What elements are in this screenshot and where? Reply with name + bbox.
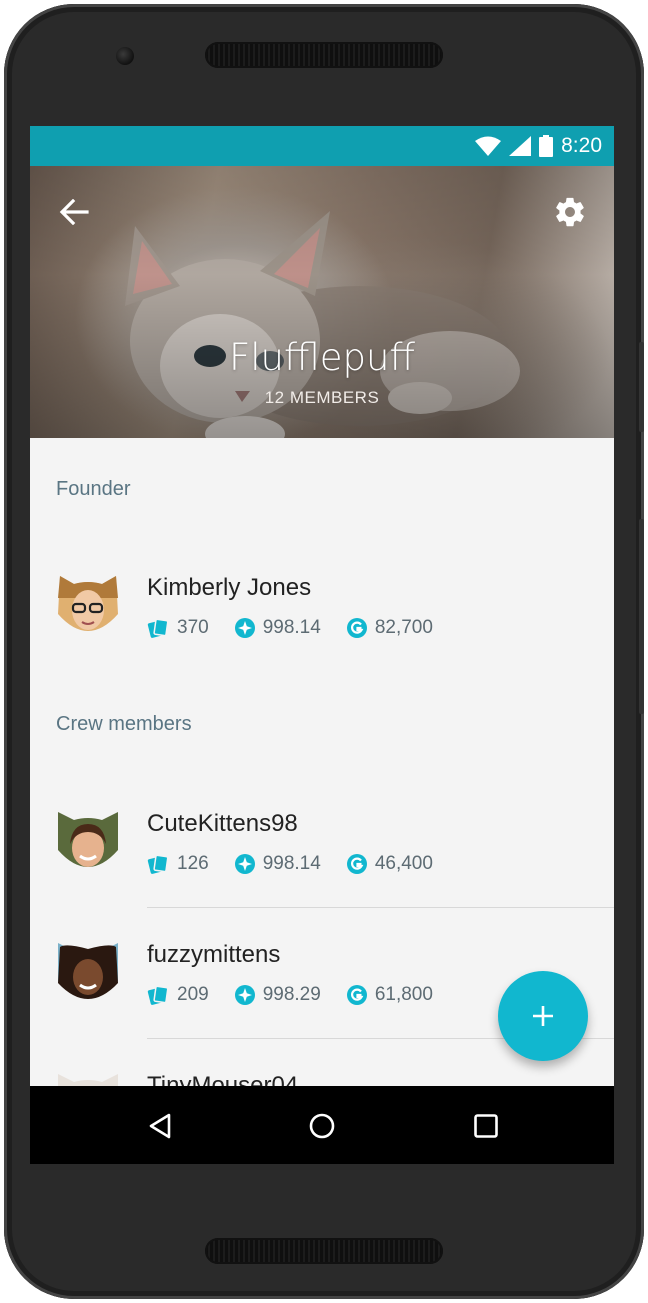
bottom-speaker-grille: [205, 1238, 443, 1264]
founder-row[interactable]: Kimberly Jones 370 998.14 82,700: [30, 574, 614, 684]
points-stat: 998.29: [234, 984, 321, 1006]
crew-member-row[interactable]: CuteKittens98 126 998.14 46,400: [30, 810, 614, 920]
settings-button[interactable]: [550, 192, 590, 232]
member-name: fuzzymittens: [147, 941, 281, 968]
row-divider: [147, 907, 614, 908]
gold-stat: 82,700: [346, 617, 433, 639]
member-name: Kimberly Jones: [147, 574, 312, 601]
gear-icon: [556, 197, 584, 227]
nav-back-button[interactable]: [140, 1106, 180, 1146]
member-count: 12 MEMBERS: [264, 388, 380, 407]
g-coin-icon: [346, 618, 367, 638]
gold-stat: 46,400: [346, 853, 433, 875]
sparkle-icon: [234, 618, 255, 638]
sparkle-icon: [234, 854, 255, 874]
cards-icon: [147, 618, 169, 638]
cards-stat: 126: [147, 853, 209, 875]
cards-count: 126: [177, 853, 209, 874]
founder-section-label: Founder: [56, 478, 131, 500]
recents-square-icon: [474, 1114, 498, 1138]
member-stats: 126 998.14 46,400: [147, 853, 459, 875]
app-screen: 8:20 Flufflepuff 12 MEMBERS Founder Kimb…: [30, 126, 614, 1164]
top-speaker-grille: [205, 42, 443, 68]
avatar: [58, 812, 118, 867]
g-coin-icon: [346, 854, 367, 874]
back-button[interactable]: [54, 192, 94, 232]
member-name: CuteKittens98: [147, 810, 298, 837]
volume-button: [639, 342, 644, 432]
gold-value: 61,800: [374, 984, 433, 1005]
points-stat: 998.14: [234, 617, 321, 639]
gold-value: 46,400: [374, 853, 433, 874]
home-circle-icon: [309, 1113, 335, 1139]
status-bar: 8:20: [30, 126, 614, 166]
system-nav-bar: [30, 1086, 614, 1164]
points-value: 998.14: [262, 617, 321, 638]
add-member-button[interactable]: [498, 971, 588, 1061]
cards-count: 370: [177, 617, 209, 638]
gold-value: 82,700: [374, 617, 433, 638]
member-stats: 209 998.29 61,800: [147, 984, 459, 1006]
nav-home-button[interactable]: [302, 1106, 342, 1146]
cards-icon: [147, 854, 169, 874]
signal-icon: [509, 136, 532, 156]
cards-stat: 370: [147, 617, 209, 639]
status-time: 8:20: [561, 134, 602, 157]
arrow-back-icon: [59, 199, 89, 225]
cards-count: 209: [177, 984, 209, 1005]
plus-icon: [533, 1006, 553, 1026]
front-camera: [116, 47, 134, 65]
wifi-icon: [475, 136, 502, 156]
group-name: Flufflepuff: [229, 336, 415, 379]
points-value: 998.14: [262, 853, 321, 874]
power-button: [639, 519, 644, 714]
battery-icon: [539, 135, 554, 157]
points-stat: 998.14: [234, 853, 321, 875]
group-header: Flufflepuff 12 MEMBERS: [30, 166, 614, 438]
cards-icon: [147, 985, 169, 1005]
nav-recents-button[interactable]: [466, 1106, 506, 1146]
points-value: 998.29: [262, 984, 321, 1005]
avatar: [58, 943, 118, 999]
member-stats: 370 998.14 82,700: [147, 617, 459, 639]
cards-stat: 209: [147, 984, 209, 1006]
crew-section-label: Crew members: [56, 713, 192, 735]
gold-stat: 61,800: [346, 984, 433, 1006]
sparkle-icon: [234, 985, 255, 1005]
avatar: [58, 576, 118, 631]
back-triangle-icon: [149, 1113, 171, 1139]
g-coin-icon: [346, 985, 367, 1005]
